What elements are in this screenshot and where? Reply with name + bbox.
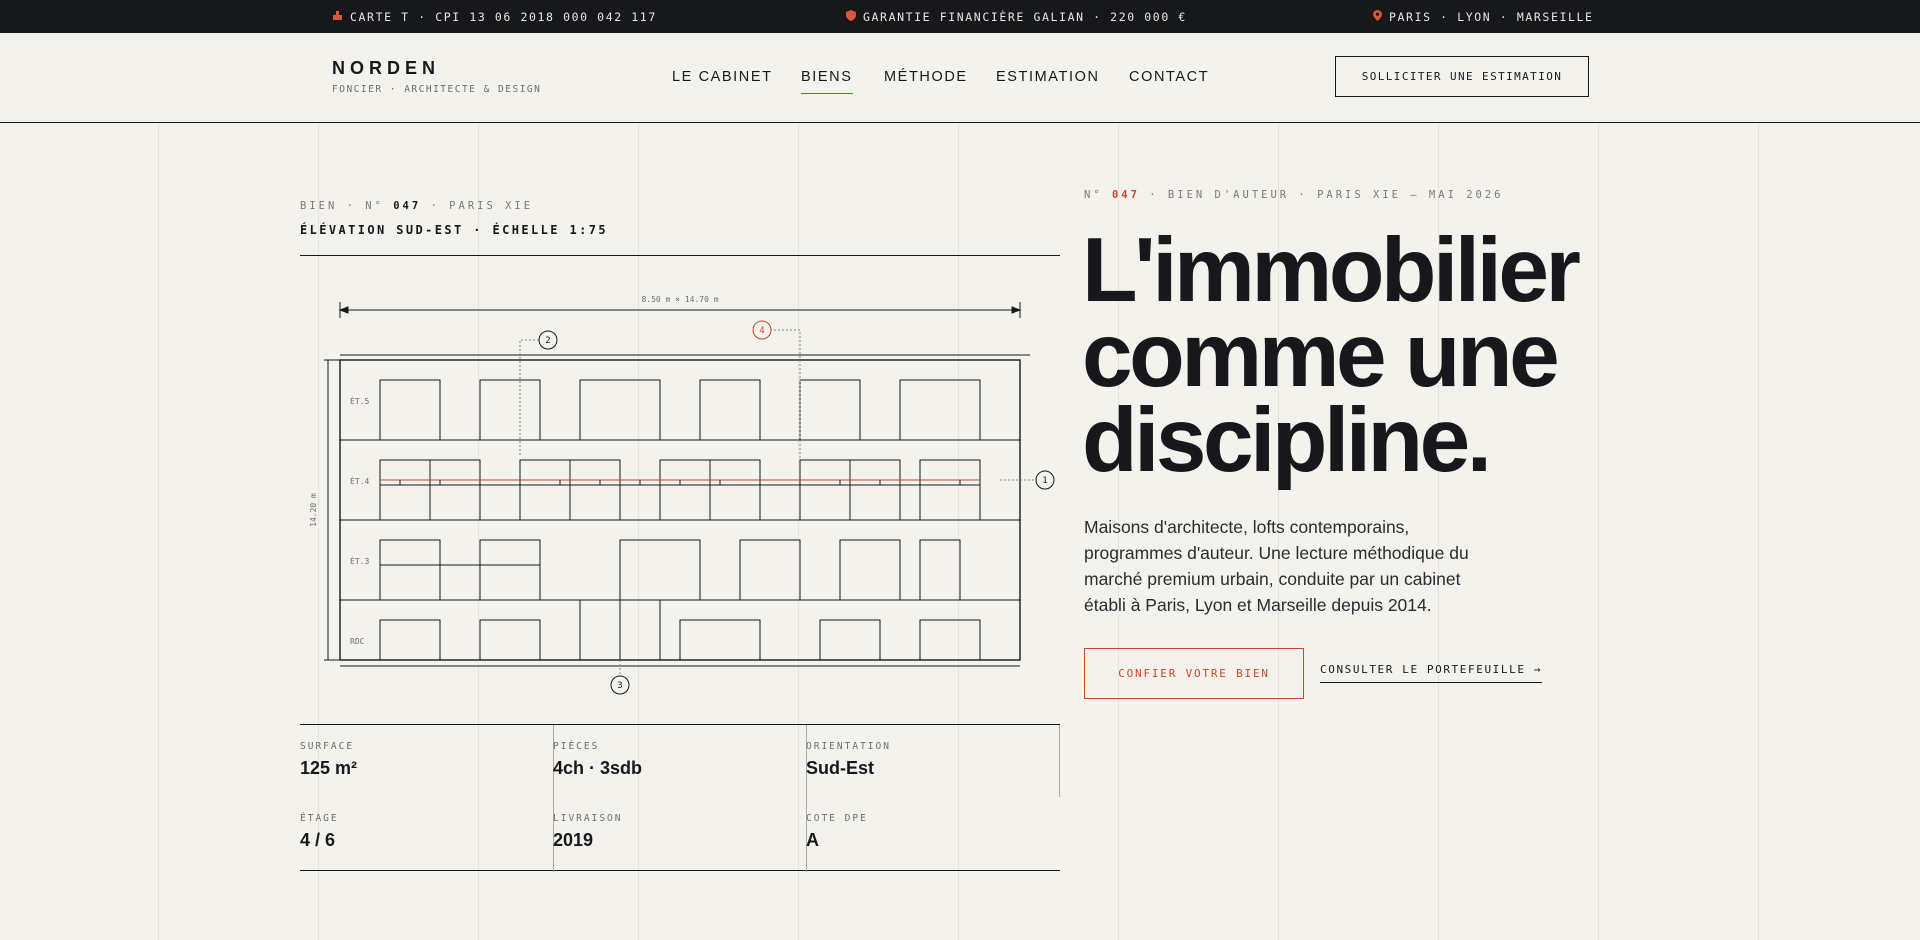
portfolio-link[interactable]: CONSULTER LE PORTEFEUILLE → [1320,663,1543,683]
spec-value: 4ch · 3sdb [553,758,643,778]
nav-methode[interactable]: MÉTHODE [884,69,968,85]
spec-orientation: ORIENTATION Sud-Est [806,725,1059,797]
grid-line [1758,123,1759,940]
spec-rooms: PIÈCES 4ch · 3sdb [553,725,806,797]
marker-3[interactable]: 3 [610,675,630,695]
spec-value: Sud-Est [806,758,875,778]
floor-label: ÉT.5 [350,395,369,406]
kicker-rest: · BIEN D'AUTEUR · PARIS XIE — MAI 2026 [1149,189,1504,201]
marker-2[interactable]: 2 [538,330,558,350]
spec-surface: SURFACE 125 m² [300,725,553,797]
marker-1[interactable]: 1 [1035,470,1055,490]
property-specs: SURFACE 125 m² PIÈCES 4ch · 3sdb ORIENTA… [300,724,1060,872]
cities-info: PARIS · LYON · MARSEILLE [1373,10,1594,24]
kicker-prefix: N° [1084,189,1103,201]
floor-label: ÉT.4 [350,475,369,486]
spec-label: ORIENTATION [806,741,891,752]
brand-tagline: FONCIER · ARCHITECTE & DESIGN [332,84,542,95]
top-info-bar: CARTE T · CPI 13 06 2018 000 042 117 GAR… [0,0,1920,33]
plan-subtitle: ÉLÉVATION SUD-EST · ÉCHELLE 1:75 [300,223,608,237]
license-text: CARTE T · CPI 13 06 2018 000 042 117 [350,10,657,24]
map-pin-icon [1373,10,1382,24]
grid-line [158,123,159,940]
hero-title-line: L'immobilier [1082,220,1581,321]
spec-label: COTE DPE [806,813,868,824]
svg-text:2: 2 [545,336,550,346]
shield-icon [846,10,856,24]
spec-label: LIVRAISON [553,813,623,824]
spec-delivery: LIVRAISON 2019 [553,797,806,869]
grid-line [1598,123,1599,940]
brand-logo[interactable]: NORDEN FONCIER · ARCHITECTE & DESIGN [332,58,541,95]
building-outline [339,359,1021,661]
spec-label: ÉTAGE [300,813,339,824]
entrust-property-button[interactable]: CONFIER VOTRE BIEN [1084,648,1304,699]
cities-text: PARIS · LYON · MARSEILLE [1389,10,1594,24]
guarantee-info: GARANTIE FINANCIÈRE GALIAN · 220 000 € [846,10,1187,24]
spec-energy-rating: COTE DPE A [806,797,1059,869]
license-info: CARTE T · CPI 13 06 2018 000 042 117 [332,10,657,24]
spec-value: 4 / 6 [300,830,336,850]
brand-name: NORDEN [332,58,441,78]
spec-label: SURFACE [300,741,355,752]
nav-le-cabinet[interactable]: LE CABINET [672,69,773,85]
spec-divider [1059,725,1060,797]
property-ref-number: 047 [393,200,422,212]
property-ref-suffix: · PARIS XIE [430,200,534,212]
spec-label: PIÈCES [553,741,600,752]
svg-text:3: 3 [617,681,622,691]
plan-divider [300,255,1060,256]
hero-kicker: N° 047 · BIEN D'AUTEUR · PARIS XIE — MAI… [1084,189,1504,201]
spec-value: 125 m² [300,758,358,778]
marker-4[interactable]: 4 [752,320,772,340]
height-dimension-label: 14.20 m [309,493,318,527]
width-dimension-label: 8.50 m × 14.70 m [641,295,718,304]
hero-title-line: comme une [1082,305,1560,406]
nav-biens[interactable]: BIENS [801,69,853,94]
hero-title: L'immobilier comme une discipline. [1082,220,1581,491]
kicker-number: 047 [1111,189,1140,201]
spec-value: 2019 [553,830,594,850]
floor-label: ÉT.3 [350,555,369,566]
nav-contact[interactable]: CONTACT [1129,69,1209,85]
hero-lead: Maisons d'architecte, lofts contemporain… [1084,517,1469,615]
guarantee-text: GARANTIE FINANCIÈRE GALIAN · 220 000 € [863,10,1187,24]
svg-text:4: 4 [759,326,764,336]
elevation-drawing: 1 2 3 4 8.50 m × 14.70 m 14.20 m ÉT.5 ÉT… [309,295,1055,695]
spec-value: A [806,830,819,850]
request-estimate-button[interactable]: SOLLICITER UNE ESTIMATION [1335,56,1589,97]
badge-icon [332,10,343,24]
nav-estimation[interactable]: ESTIMATION [996,69,1100,85]
plan-heading: BIEN · N° 047 · PARIS XIE ÉLÉVATION SUD-… [300,200,608,237]
site-header: NORDEN FONCIER · ARCHITECTE & DESIGN LE … [0,33,1920,123]
hero-title-line: discipline. [1082,390,1492,491]
property-ref: BIEN · N° 047 · PARIS XIE [300,200,608,212]
property-ref-prefix: BIEN · N° [300,200,384,212]
spec-floor: ÉTAGE 4 / 6 [300,797,553,869]
floor-label: RDC [350,637,365,646]
svg-text:1: 1 [1042,476,1047,486]
